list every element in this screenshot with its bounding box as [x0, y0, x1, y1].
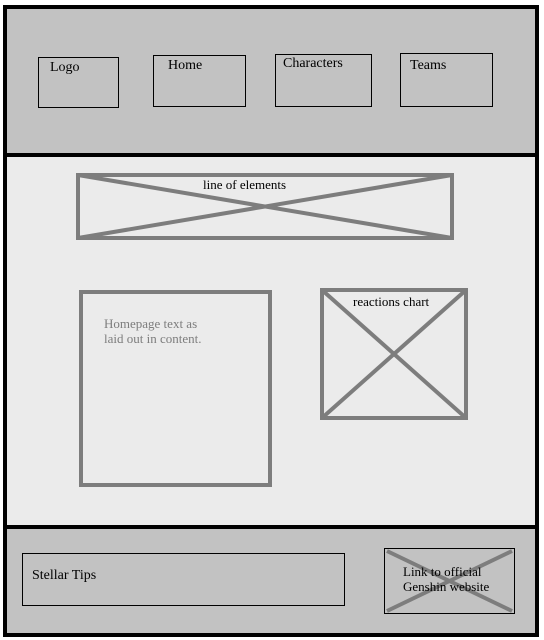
nav-teams[interactable]: Teams — [400, 53, 493, 107]
nav-characters[interactable]: Characters — [275, 54, 372, 107]
official-website-label: Link to official Genshin website — [403, 564, 490, 594]
elements-banner-label: line of elements — [203, 177, 287, 192]
stellar-tips-label: Stellar Tips — [32, 568, 97, 583]
reactions-chart-placeholder: reactions chart — [320, 288, 468, 421]
official-website-link[interactable]: Link to official Genshin website — [384, 548, 515, 614]
logo-label: Logo — [50, 60, 80, 75]
nav-home[interactable]: Home — [153, 55, 246, 107]
elements-banner-placeholder: line of elements — [76, 173, 454, 241]
reactions-chart-label: reactions chart — [353, 294, 430, 309]
homepage-text: Homepage text as laid out in content. — [104, 316, 202, 346]
logo[interactable]: Logo — [38, 57, 119, 108]
homepage-text-box: Homepage text as laid out in content. — [79, 290, 272, 487]
nav-teams-label: Teams — [410, 58, 447, 73]
nav-characters-label: Characters — [283, 56, 343, 71]
nav-home-label: Home — [168, 58, 203, 73]
stellar-tips-box[interactable]: Stellar Tips — [22, 553, 345, 606]
